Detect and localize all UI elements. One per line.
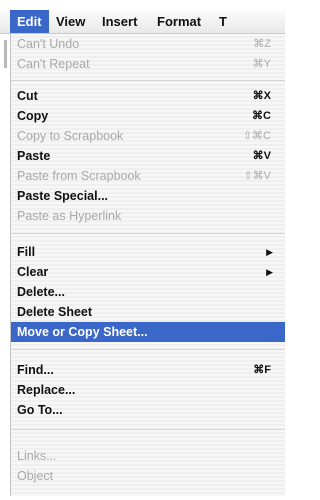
menu-item-paste-special[interactable]: Paste Special... bbox=[11, 186, 285, 206]
menu-bar: Edit View Insert Format T bbox=[0, 10, 285, 34]
menu-item-move-or-copy-sheet[interactable]: Move or Copy Sheet... bbox=[11, 322, 285, 342]
menu-item-copy[interactable]: Copy ⌘C bbox=[11, 106, 285, 126]
shortcut-label: ⌘V bbox=[252, 150, 271, 162]
menu-item-paste-from-scrapbook[interactable]: Paste from Scrapbook ⇧⌘V bbox=[11, 166, 285, 186]
menu-separator bbox=[11, 349, 285, 350]
menu-item-label: Delete Sheet bbox=[17, 305, 93, 319]
shortcut-label: ⌘Z bbox=[253, 38, 271, 50]
menu-item-label: Paste from Scrapbook bbox=[17, 169, 141, 183]
menu-view[interactable]: View bbox=[49, 10, 92, 33]
menu-item-label: Paste Special... bbox=[17, 189, 109, 203]
menu-item-label: Cut bbox=[17, 89, 38, 103]
menu-item-label: Replace... bbox=[17, 383, 76, 397]
menu-insert[interactable]: Insert bbox=[95, 10, 144, 33]
menu-item-go-to[interactable]: Go To... bbox=[11, 400, 285, 420]
menu-item-label: Copy bbox=[17, 109, 49, 123]
menu-item-clear[interactable]: Clear ▶ bbox=[11, 262, 285, 282]
shortcut-label: ⇧⌘V bbox=[243, 170, 271, 182]
screenshot-frame: Edit View Insert Format T Can't Undo ⌘Z … bbox=[0, 0, 285, 500]
menu-item-links[interactable]: Links... bbox=[11, 446, 285, 466]
menu-item-cut[interactable]: Cut ⌘X bbox=[11, 86, 285, 106]
menu-format[interactable]: Format bbox=[150, 10, 208, 33]
menu-item-delete[interactable]: Delete... bbox=[11, 282, 285, 302]
menu-item-replace[interactable]: Replace... bbox=[11, 380, 285, 400]
menu-item-label: Can't Repeat bbox=[17, 57, 90, 71]
shortcut-label: ⇧⌘C bbox=[242, 130, 271, 142]
menu-edit[interactable]: Edit bbox=[10, 10, 49, 33]
menu-tools[interactable]: T bbox=[212, 10, 234, 33]
shortcut-label: ⌘C bbox=[252, 110, 271, 122]
menu-item-label: Can't Undo bbox=[17, 37, 80, 51]
menu-item-paste-as-hyperlink[interactable]: Paste as Hyperlink bbox=[11, 206, 285, 226]
menu-item-repeat[interactable]: Can't Repeat ⌘Y bbox=[11, 54, 285, 74]
menu-item-label: Object bbox=[17, 469, 54, 483]
menu-item-label: Links... bbox=[17, 449, 57, 463]
menu-item-label: Find... bbox=[17, 363, 54, 377]
menu-item-fill[interactable]: Fill ▶ bbox=[11, 242, 285, 262]
submenu-arrow-icon: ▶ bbox=[266, 247, 273, 257]
shortcut-label: ⌘X bbox=[252, 90, 271, 102]
menu-separator bbox=[11, 429, 285, 430]
menu-item-object[interactable]: Object bbox=[11, 466, 285, 486]
menu-separator bbox=[11, 80, 285, 81]
menu-item-label: Move or Copy Sheet... bbox=[17, 325, 148, 339]
menu-item-find[interactable]: Find... ⌘F bbox=[11, 360, 285, 380]
submenu-arrow-icon: ▶ bbox=[266, 267, 273, 277]
menu-item-label: Paste as Hyperlink bbox=[17, 209, 122, 223]
menu-item-undo[interactable]: Can't Undo ⌘Z bbox=[11, 34, 285, 54]
edit-menu-dropdown: Can't Undo ⌘Z Can't Repeat ⌘Y Cut ⌘X Cop… bbox=[10, 34, 285, 496]
menu-item-label: Go To... bbox=[17, 403, 63, 417]
menu-separator bbox=[11, 233, 285, 234]
menu-item-label: Delete... bbox=[17, 285, 65, 299]
menu-item-paste[interactable]: Paste ⌘V bbox=[11, 146, 285, 166]
shortcut-label: ⌘F bbox=[253, 364, 271, 376]
menu-item-label: Paste bbox=[17, 149, 51, 163]
window-edge bbox=[0, 0, 10, 500]
menu-item-delete-sheet[interactable]: Delete Sheet bbox=[11, 302, 285, 322]
shortcut-label: ⌘Y bbox=[252, 58, 271, 70]
menu-item-label: Clear bbox=[17, 265, 49, 279]
menu-item-label: Fill bbox=[17, 245, 36, 259]
menu-item-label: Copy to Scrapbook bbox=[17, 129, 124, 143]
menu-item-copy-to-scrapbook[interactable]: Copy to Scrapbook ⇧⌘C bbox=[11, 126, 285, 146]
window-edge-mark bbox=[4, 40, 7, 68]
